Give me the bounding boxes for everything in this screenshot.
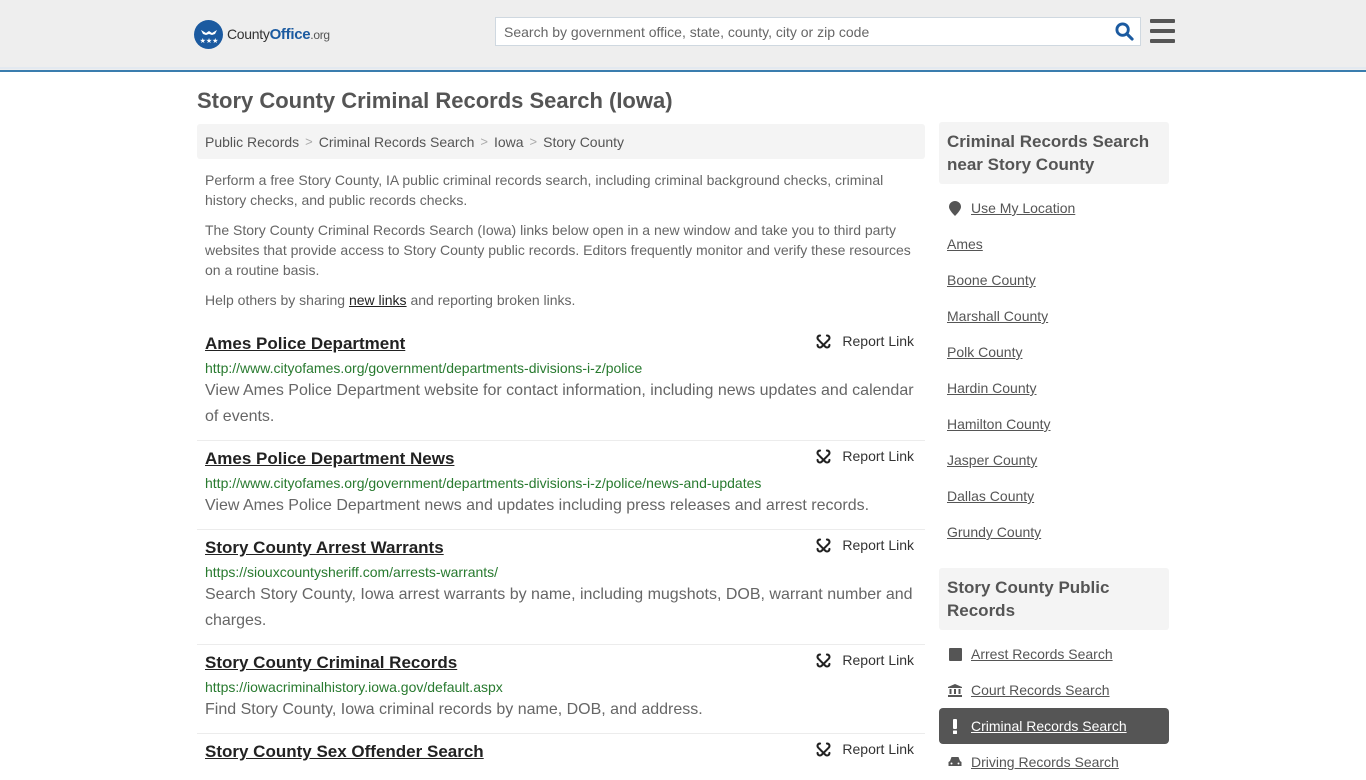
link-url[interactable]: http://www.cityofames.org/government/dep… (205, 473, 917, 493)
square-icon (947, 647, 963, 661)
search-input[interactable] (496, 18, 1108, 45)
link-description: Find Story County, Iowa criminal records… (205, 701, 703, 718)
public-records-list: Arrest Records Search Court Records Sear… (939, 630, 1169, 780)
courthouse-icon (947, 683, 963, 697)
nearby-link[interactable]: Polk County (947, 344, 1022, 360)
intro-paragraph-2: The Story County Criminal Records Search… (205, 222, 911, 278)
search-button[interactable] (1108, 18, 1140, 45)
search-icon (1114, 22, 1134, 41)
list-item: Story County Criminal Records Report Lin… (197, 645, 925, 734)
list-item: Story County Sex Offender Search Report … (197, 734, 925, 776)
link-url[interactable]: https://iowacriminalhistory.iowa.gov/def… (205, 677, 917, 697)
new-links-link[interactable]: new links (349, 292, 407, 308)
breadcrumb-separator: > (529, 134, 538, 149)
record-links-list: Ames Police Department Report Link http:… (197, 326, 925, 776)
breadcrumb-story-county[interactable]: Story County (543, 134, 624, 150)
nearby-item[interactable]: Marshall County (939, 298, 1169, 334)
nearby-link[interactable]: Dallas County (947, 488, 1034, 504)
eagle-stars-badge-icon: ★★★ (194, 20, 223, 49)
public-records-heading: Story County Public Records (939, 568, 1169, 630)
site-logo[interactable]: ★★★ CountyOffice.org (194, 20, 330, 49)
public-records-item[interactable]: Driving Records Search (939, 744, 1169, 780)
nearby-link[interactable]: Ames (947, 236, 983, 252)
link-title[interactable]: Story County Sex Offender Search (205, 738, 484, 766)
nearby-heading: Criminal Records Search near Story Count… (939, 122, 1169, 184)
public-records-link[interactable]: Criminal Records Search (971, 718, 1127, 734)
link-title[interactable]: Story County Arrest Warrants (205, 534, 444, 562)
search-bar (495, 17, 1141, 46)
public-records-item[interactable]: Court Records Search (939, 672, 1169, 708)
intro-paragraph-1: Perform a free Story County, IA public c… (205, 172, 884, 208)
use-my-location-link[interactable]: Use My Location (971, 200, 1075, 216)
link-description: View Ames Police Department website for … (205, 382, 914, 425)
exclamation-icon (947, 718, 963, 734)
broken-link-icon (816, 334, 831, 348)
breadcrumb: Public Records > Criminal Records Search… (197, 124, 925, 159)
nearby-link[interactable]: Grundy County (947, 524, 1041, 540)
nearby-link[interactable]: Marshall County (947, 308, 1048, 324)
public-records-link[interactable]: Arrest Records Search (971, 646, 1113, 662)
report-link-button[interactable]: Report Link (815, 332, 914, 350)
broken-link-icon (816, 538, 831, 552)
nearby-link[interactable]: Jasper County (947, 452, 1037, 468)
breadcrumb-iowa[interactable]: Iowa (494, 134, 524, 150)
nearby-link[interactable]: Hardin County (947, 380, 1037, 396)
intro-paragraph-3: Help others by sharing new links and rep… (205, 292, 576, 308)
public-records-link[interactable]: Court Records Search (971, 682, 1110, 698)
nearby-link[interactable]: Hamilton County (947, 416, 1051, 432)
public-records-item-active[interactable]: Criminal Records Search (939, 708, 1169, 744)
public-records-item[interactable]: Arrest Records Search (939, 636, 1169, 672)
car-icon (947, 756, 963, 768)
nearby-item[interactable]: Boone County (939, 262, 1169, 298)
nearby-item[interactable]: Dallas County (939, 478, 1169, 514)
link-description: View Ames Police Department news and upd… (205, 497, 870, 514)
breadcrumb-separator: > (480, 134, 488, 149)
list-item: Ames Police Department News Report Link … (197, 441, 925, 530)
link-url[interactable]: http://www.cityofames.org/government/dep… (205, 358, 917, 378)
nearby-link[interactable]: Boone County (947, 272, 1036, 288)
broken-link-icon (816, 742, 831, 756)
broken-link-icon (816, 449, 831, 463)
link-title[interactable]: Story County Criminal Records (205, 649, 457, 677)
report-link-button[interactable]: Report Link (815, 740, 914, 758)
broken-link-icon (816, 653, 831, 667)
site-header: ★★★ CountyOffice.org (0, 0, 1366, 72)
nearby-list: Use My Location Ames Boone County Marsha… (939, 184, 1169, 550)
breadcrumb-criminal-records-search[interactable]: Criminal Records Search (319, 134, 475, 150)
link-title[interactable]: Ames Police Department News (205, 445, 454, 473)
link-url[interactable]: https://siouxcountysheriff.com/arrests-w… (205, 562, 917, 582)
nearby-item[interactable]: Ames (939, 226, 1169, 262)
svg-text:★★★: ★★★ (199, 37, 218, 45)
link-description: Search Story County, Iowa arrest warrant… (205, 586, 913, 629)
nearby-item[interactable]: Jasper County (939, 442, 1169, 478)
sidebar: Criminal Records Search near Story Count… (939, 122, 1169, 780)
nearby-item[interactable]: Polk County (939, 334, 1169, 370)
list-item: Ames Police Department Report Link http:… (197, 326, 925, 441)
nearby-item[interactable]: Hamilton County (939, 406, 1169, 442)
nearby-item[interactable]: Hardin County (939, 370, 1169, 406)
breadcrumb-separator: > (305, 134, 313, 149)
report-link-button[interactable]: Report Link (815, 447, 914, 465)
nearby-item[interactable]: Grundy County (939, 514, 1169, 550)
list-item: Story County Arrest Warrants Report Link… (197, 530, 925, 645)
report-link-button[interactable]: Report Link (815, 536, 914, 554)
report-link-button[interactable]: Report Link (815, 651, 914, 669)
link-title[interactable]: Ames Police Department (205, 330, 405, 358)
breadcrumb-public-records[interactable]: Public Records (205, 134, 299, 150)
intro-text: Perform a free Story County, IA public c… (205, 170, 920, 320)
use-my-location[interactable]: Use My Location (939, 190, 1169, 226)
map-pin-icon (947, 200, 963, 216)
hamburger-menu-icon[interactable] (1150, 19, 1175, 43)
logo-text: CountyOffice.org (227, 26, 330, 43)
page-title: Story County Criminal Records Search (Io… (197, 88, 673, 113)
